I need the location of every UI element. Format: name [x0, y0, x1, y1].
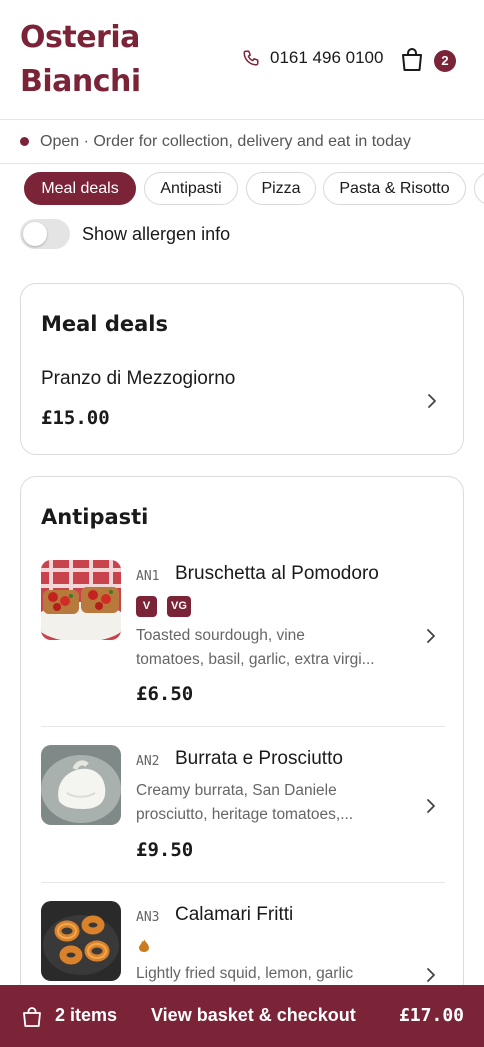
item-code: AN3: [136, 910, 160, 925]
section-title: Meal deals: [41, 312, 168, 336]
item-divider: [41, 882, 445, 883]
status-text: Open · Order for collection, delivery an…: [40, 132, 411, 150]
phone-number: 0161 496 0100: [270, 48, 384, 67]
brand-line-1: Osteria: [20, 20, 140, 55]
antipasti-section: Antipasti AN1 Bruschetta al Pomodoro V V…: [20, 476, 464, 1047]
menu-item[interactable]: AN1 Bruschetta al Pomodoro V VG Toasted …: [41, 560, 445, 705]
chilli-icon: [139, 939, 149, 952]
item-price: £9.50: [136, 839, 194, 861]
chevron-right-icon: [427, 968, 435, 982]
allergen-toggle-row[interactable]: Show allergen info: [20, 219, 230, 249]
calamari-image: [41, 901, 121, 981]
description-line: Creamy burrata, San Daniele: [136, 782, 337, 799]
tab-pizza[interactable]: Pizza: [246, 172, 316, 205]
basket-item-count: 2 items: [55, 1005, 118, 1025]
tab-antipasti[interactable]: Antipasti: [144, 172, 238, 205]
item-name: Calamari Fritti: [175, 904, 294, 925]
item-description: Toasted sourdough, vine tomatoes, basil,…: [136, 624, 411, 672]
basket-count-badge: 2: [434, 50, 456, 72]
item-code: AN2: [136, 754, 160, 769]
restaurant-logo[interactable]: Osteria Bianchi: [20, 16, 190, 104]
allergen-toggle[interactable]: [20, 219, 70, 249]
phone-icon: [243, 50, 259, 66]
shopping-bag-icon: [23, 1007, 41, 1027]
item-name: Burrata e Prosciutto: [175, 748, 343, 769]
description-line: Lightly fried squid, lemon, garlic: [136, 965, 354, 982]
shopping-bag-icon: [402, 48, 422, 71]
checkout-bar[interactable]: 2 items View basket & checkout £17.00: [0, 985, 484, 1047]
category-tabs[interactable]: Meal deals Antipasti Pizza Pasta & Risot…: [0, 170, 484, 208]
item-description: Creamy burrata, San Daniele prosciutto, …: [136, 779, 411, 827]
brand-line-2: Bianchi: [20, 64, 141, 99]
meal-deal-name: Pranzo di Mezzogiorno: [41, 368, 236, 389]
meal-deal-price: £15.00: [41, 407, 110, 429]
item-description: Lightly fried squid, lemon, garlic: [136, 962, 411, 986]
description-line: tomatoes, basil, garlic, extra virgi...: [136, 651, 375, 668]
opening-status: Open · Order for collection, delivery an…: [0, 120, 484, 164]
item-divider: [41, 726, 445, 727]
site-header: Osteria Bianchi 0161 496 0100 2: [0, 0, 484, 120]
burrata-image: [41, 745, 121, 825]
item-name: Bruschetta al Pomodoro: [175, 563, 379, 584]
meal-deals-section: Meal deals Pranzo di Mezzogiorno £15.00: [20, 283, 464, 455]
item-price: £6.50: [136, 683, 194, 705]
vegetarian-badge: V: [136, 596, 157, 617]
chevron-right-icon: [428, 394, 436, 408]
bruschetta-image: [41, 560, 121, 640]
basket-total: £17.00: [398, 1005, 464, 1026]
basket-button[interactable]: 2: [398, 45, 460, 75]
tab-next-partial[interactable]: [474, 172, 484, 205]
phone-link[interactable]: 0161 496 0100: [242, 48, 383, 68]
chevron-right-icon: [427, 799, 435, 813]
status-dot-icon: [20, 137, 29, 146]
vegan-badge: VG: [167, 596, 191, 617]
description-line: prosciutto, heritage tomatoes,...: [136, 806, 354, 823]
checkout-button[interactable]: View basket & checkout: [151, 1005, 356, 1026]
menu-item[interactable]: AN2 Burrata e Prosciutto Creamy burrata,…: [41, 745, 445, 875]
allergen-label: Show allergen info: [82, 223, 231, 244]
toggle-knob: [23, 222, 47, 246]
item-code: AN1: [136, 569, 160, 584]
tab-pasta-risotto[interactable]: Pasta & Risotto: [323, 172, 466, 205]
section-title: Antipasti: [41, 505, 149, 529]
tab-meal-deals[interactable]: Meal deals: [24, 172, 136, 205]
chevron-right-icon: [427, 629, 435, 643]
description-line: Toasted sourdough, vine: [136, 627, 305, 644]
